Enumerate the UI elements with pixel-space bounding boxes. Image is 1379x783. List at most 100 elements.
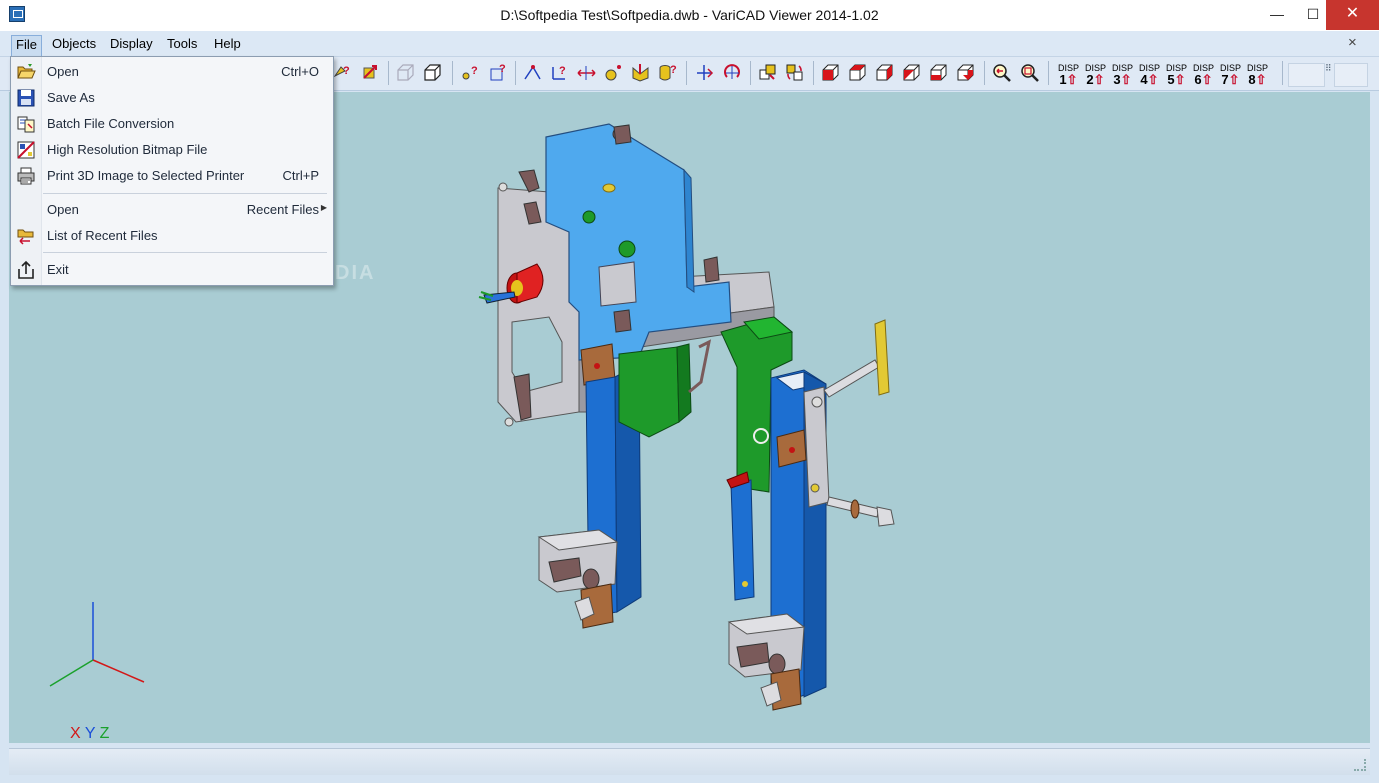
svg-text:?: ? bbox=[559, 65, 566, 77]
menu-item-save-as[interactable]: Save As bbox=[11, 86, 333, 110]
view-back-icon[interactable] bbox=[847, 62, 868, 83]
move-object-icon[interactable] bbox=[694, 62, 715, 83]
axes-legend: X Y Z bbox=[70, 725, 109, 743]
disp-number: 8 bbox=[1248, 72, 1256, 87]
menu-item-open[interactable]: Open Ctrl+O bbox=[11, 60, 333, 84]
display-preset-7-button[interactable]: DISP 7⇧ bbox=[1218, 61, 1243, 86]
menu-objects[interactable]: Objects bbox=[48, 35, 100, 55]
zoom-all-icon[interactable] bbox=[1019, 62, 1040, 83]
arrow-up-icon: ⇧ bbox=[1093, 72, 1105, 87]
disp-number: 2 bbox=[1086, 72, 1094, 87]
rotate-object-icon[interactable] bbox=[722, 62, 743, 83]
measure-distance-icon[interactable] bbox=[576, 62, 597, 83]
box-wire-icon[interactable] bbox=[395, 62, 416, 83]
menu-item-label: Print 3D Image to Selected Printer bbox=[47, 168, 245, 183]
arrow-up-icon: ⇧ bbox=[1066, 72, 1078, 87]
arrow-up-icon: ⇧ bbox=[1147, 72, 1159, 87]
submenu-arrow-icon: ▶ bbox=[320, 203, 327, 212]
view-front-icon[interactable] bbox=[820, 62, 841, 83]
disp-number: 4 bbox=[1140, 72, 1148, 87]
toolbar-gripper-icon[interactable]: ⠿ bbox=[1325, 63, 1332, 74]
view-bottom-icon[interactable] bbox=[955, 62, 976, 83]
menu-bar: File Objects Display Tools Help × bbox=[0, 31, 1379, 57]
file-menu-dropdown: Open Ctrl+O Save As Batch File Conversio… bbox=[10, 56, 334, 286]
menu-item-submenu-label: Recent Files bbox=[246, 202, 319, 217]
window-title: D:\Softpedia Test\Softpedia.dwb - VariCA… bbox=[500, 7, 879, 23]
measure-radius-icon[interactable] bbox=[603, 62, 624, 83]
menu-item-label: Save As bbox=[47, 90, 95, 105]
close-button[interactable]: ✕ bbox=[1326, 0, 1379, 30]
title-bar[interactable]: D:\Softpedia Test\Softpedia.dwb - VariCA… bbox=[0, 0, 1379, 31]
bitmap-file-icon bbox=[16, 140, 36, 160]
view-top-icon[interactable] bbox=[928, 62, 949, 83]
distance-query-icon[interactable]: ? bbox=[460, 62, 481, 83]
menu-item-print-3d[interactable]: Print 3D Image to Selected Printer Ctrl+… bbox=[11, 164, 333, 188]
mdi-close-icon[interactable]: × bbox=[1348, 34, 1357, 51]
menu-item-label: High Resolution Bitmap File bbox=[47, 142, 208, 157]
exit-icon bbox=[16, 260, 36, 280]
save-as-icon bbox=[16, 88, 36, 108]
batch-convert-icon bbox=[16, 114, 36, 134]
explode-view-icon[interactable] bbox=[360, 62, 381, 83]
open-folder-icon bbox=[16, 62, 36, 82]
measure-angle-icon[interactable] bbox=[522, 62, 543, 83]
printer-icon bbox=[16, 166, 36, 186]
display-preset-5-button[interactable]: DISP 5⇧ bbox=[1164, 61, 1189, 86]
copy-object-icon[interactable] bbox=[757, 62, 778, 83]
menu-file[interactable]: File bbox=[11, 35, 42, 56]
svg-text:?: ? bbox=[670, 64, 677, 76]
menu-separator bbox=[43, 193, 327, 194]
display-preset-6-button[interactable]: DISP 6⇧ bbox=[1191, 61, 1216, 86]
recent-files-icon bbox=[16, 226, 36, 246]
menu-item-label: List of Recent Files bbox=[47, 228, 158, 243]
disp-number: 1 bbox=[1059, 72, 1067, 87]
arrow-up-icon: ⇧ bbox=[1255, 72, 1267, 87]
menu-item-exit[interactable]: Exit bbox=[11, 258, 333, 282]
menu-item-shortcut: Ctrl+O bbox=[281, 64, 319, 79]
menu-help[interactable]: Help bbox=[210, 35, 245, 55]
display-preset-4-button[interactable]: DISP 4⇧ bbox=[1137, 61, 1162, 86]
disp-number: 5 bbox=[1167, 72, 1175, 87]
arrow-up-icon: ⇧ bbox=[1228, 72, 1240, 87]
menu-item-shortcut: Ctrl+P bbox=[282, 168, 319, 183]
menu-item-high-res-bitmap[interactable]: High Resolution Bitmap File bbox=[11, 138, 333, 162]
disp-number: 3 bbox=[1113, 72, 1121, 87]
arrow-up-icon: ⇧ bbox=[1120, 72, 1132, 87]
view-right-icon[interactable] bbox=[901, 62, 922, 83]
axis-y-label: Y bbox=[84, 725, 96, 742]
menu-item-label: Batch File Conversion bbox=[47, 116, 175, 131]
toolbar-empty-slot bbox=[1334, 63, 1368, 87]
arrow-up-icon: ⇧ bbox=[1174, 72, 1186, 87]
display-preset-1-button[interactable]: DISP 1⇧ bbox=[1056, 61, 1081, 86]
measure-surface-icon[interactable] bbox=[630, 62, 651, 83]
display-preset-8-button[interactable]: DISP 8⇧ bbox=[1245, 61, 1270, 86]
disp-number: 7 bbox=[1221, 72, 1229, 87]
svg-text:?: ? bbox=[471, 65, 478, 77]
menu-item-label: Open bbox=[47, 64, 79, 79]
svg-text:?: ? bbox=[499, 63, 506, 75]
display-preset-2-button[interactable]: DISP 2⇧ bbox=[1083, 61, 1108, 86]
view-left-icon[interactable] bbox=[874, 62, 895, 83]
swap-object-icon[interactable] bbox=[784, 62, 805, 83]
axis-x-label: X bbox=[70, 725, 81, 742]
menu-item-batch-conversion[interactable]: Batch File Conversion bbox=[11, 112, 333, 136]
svg-text:?: ? bbox=[343, 65, 350, 77]
menu-item-open-recent[interactable]: Open Recent Files ▶ bbox=[11, 198, 333, 222]
menu-separator bbox=[43, 252, 327, 253]
measure-volume-icon[interactable]: ? bbox=[657, 62, 678, 83]
menu-display[interactable]: Display bbox=[106, 35, 157, 55]
arrow-up-icon: ⇧ bbox=[1201, 72, 1213, 87]
zoom-previous-icon[interactable] bbox=[991, 62, 1012, 83]
resize-grip-icon[interactable] bbox=[1354, 759, 1366, 771]
application-window: D:\Softpedia Test\Softpedia.dwb - VariCA… bbox=[0, 0, 1379, 783]
box-outline-icon[interactable] bbox=[422, 62, 443, 83]
display-preset-3-button[interactable]: DISP 3⇧ bbox=[1110, 61, 1135, 86]
axis-z-label: Z bbox=[99, 725, 110, 742]
menu-item-label: Open bbox=[47, 202, 79, 217]
menu-tools[interactable]: Tools bbox=[163, 35, 201, 55]
measure-point-icon[interactable]: ? bbox=[549, 62, 570, 83]
bounding-query-icon[interactable]: ? bbox=[488, 62, 509, 83]
toolbar-empty-slot bbox=[1288, 63, 1325, 87]
status-bar bbox=[9, 748, 1370, 775]
menu-item-list-recent[interactable]: List of Recent Files bbox=[11, 224, 333, 248]
